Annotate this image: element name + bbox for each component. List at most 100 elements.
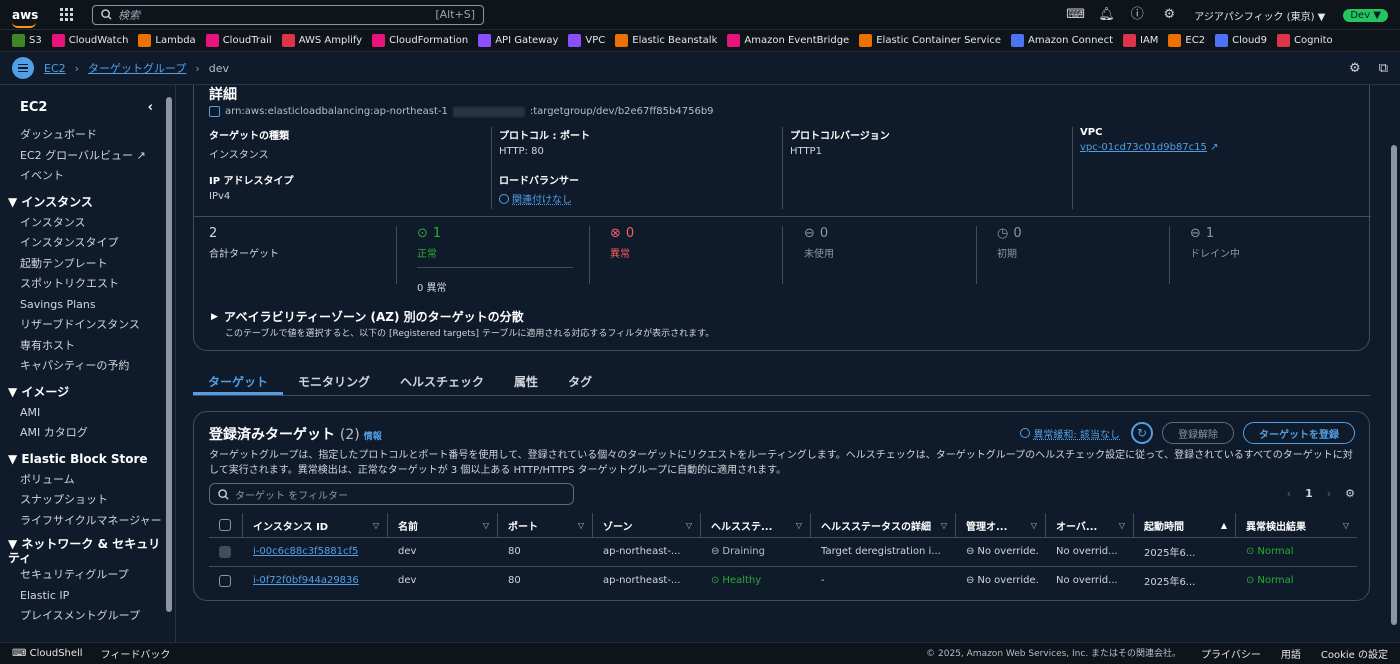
- stat-initial[interactable]: ◷ 0 初期: [997, 226, 1022, 260]
- favorite-cloudwatch[interactable]: CloudWatch: [51, 34, 128, 47]
- help-icon[interactable]: ⓘ: [1130, 8, 1144, 22]
- vpc-link[interactable]: vpc-01cd73c01d9b87c15: [1080, 142, 1207, 153]
- row-checkbox[interactable]: [219, 574, 231, 587]
- sidebar-item[interactable]: ライフサイクルマネージャー: [0, 511, 175, 532]
- select-all-checkbox-cell[interactable]: [209, 513, 243, 537]
- sidebar-item[interactable]: ダッシュボード: [0, 125, 175, 146]
- favorite-cloudformation[interactable]: CloudFormation: [372, 34, 468, 47]
- row-checkbox-cell[interactable]: [209, 567, 243, 596]
- deregister-button[interactable]: 登録解除: [1162, 422, 1234, 444]
- sidebar-item[interactable]: ボリューム: [0, 470, 175, 491]
- column-header[interactable]: ヘルスステータスの詳細 ▽: [811, 513, 956, 537]
- sort-caret-icon[interactable]: ▽: [796, 521, 802, 530]
- sort-caret-icon[interactable]: ▽: [578, 521, 584, 530]
- stat-unused[interactable]: ⊖ 0 未使用: [804, 226, 834, 260]
- copy-icon[interactable]: [209, 106, 220, 117]
- column-header[interactable]: ゾーン ▽: [593, 513, 701, 537]
- current-page[interactable]: 1: [1305, 487, 1313, 500]
- sidebar-item[interactable]: EC2 グローバルビュー ↗: [0, 146, 175, 167]
- table-row[interactable]: i-0f72f0bf944a29836 dev 80 ap-northeast-...…: [209, 567, 1357, 596]
- favorite-amazon-connect[interactable]: Amazon Connect: [1011, 34, 1113, 47]
- notifications-bell-icon[interactable]: 🔔︎: [1098, 8, 1115, 22]
- refresh-button[interactable]: ↻: [1131, 422, 1153, 444]
- sidebar-item[interactable]: AMI: [0, 403, 175, 424]
- privacy-link[interactable]: プライバシー: [1201, 646, 1261, 661]
- sort-caret-icon[interactable]: ▽: [373, 521, 379, 530]
- favorite-iam[interactable]: IAM: [1123, 34, 1158, 47]
- table-settings-gear-icon[interactable]: ⚙: [1345, 487, 1355, 500]
- sidebar-item[interactable]: 起動テンプレート: [0, 254, 175, 275]
- favorite-api-gateway[interactable]: API Gateway: [478, 34, 558, 47]
- stat-unhealthy[interactable]: ⊗ 0 異常: [610, 226, 634, 260]
- load-balancer-link[interactable]: 関連付けなし: [499, 191, 579, 206]
- anomaly-mitigation-link[interactable]: 異常緩和: 該当なし: [1020, 426, 1120, 441]
- column-header[interactable]: オーバ... ▽: [1046, 513, 1134, 537]
- favorite-cloud9[interactable]: Cloud9: [1215, 34, 1267, 47]
- filter-targets-input[interactable]: ターゲット をフィルター: [209, 483, 574, 505]
- side-nav-toggle-icon[interactable]: [12, 57, 34, 79]
- instance-id-link[interactable]: i-0f72f0bf944a29836: [253, 575, 359, 586]
- sort-caret-icon[interactable]: ▽: [483, 521, 489, 530]
- favorite-s3[interactable]: S3: [12, 34, 42, 47]
- tab-3[interactable]: 属性: [499, 371, 553, 395]
- cookie-settings-link[interactable]: Cookie の設定: [1321, 646, 1388, 661]
- column-header[interactable]: ポート ▽: [498, 513, 593, 537]
- sidebar-item[interactable]: Savings Plans: [0, 295, 175, 316]
- region-selector[interactable]: アジアパシフィック (東京) ▼: [1194, 8, 1325, 23]
- column-header[interactable]: ヘルスステ... ▽: [701, 513, 811, 537]
- tab-0[interactable]: ターゲット: [193, 371, 284, 395]
- breadcrumb-ec2[interactable]: EC2: [44, 62, 66, 75]
- sort-caret-icon[interactable]: ▽: [941, 521, 947, 530]
- stat-draining[interactable]: ⊖ 1 ドレイン中: [1190, 226, 1240, 260]
- sidebar-section-header[interactable]: ▼ Elastic Block Store: [0, 448, 175, 470]
- sidebar-scrollbar[interactable]: [164, 85, 174, 642]
- services-grid-icon[interactable]: [60, 7, 74, 22]
- sidebar-item[interactable]: スポットリクエスト: [0, 274, 175, 295]
- favorite-ec2[interactable]: EC2: [1168, 34, 1205, 47]
- sidebar-item[interactable]: セキュリティグループ: [0, 565, 175, 586]
- sort-caret-icon[interactable]: ▽: [686, 521, 692, 530]
- account-env-badge[interactable]: Dev ▼: [1343, 8, 1388, 22]
- column-header[interactable]: 管理オ... ▽: [956, 513, 1046, 537]
- sidebar-item[interactable]: スナップショット: [0, 490, 175, 511]
- sort-caret-icon[interactable]: ▽: [1031, 521, 1037, 530]
- sidebar-item[interactable]: AMI カタログ: [0, 423, 175, 444]
- settings-gear-icon[interactable]: ⚙: [1162, 8, 1176, 22]
- tab-1[interactable]: モニタリング: [283, 371, 385, 395]
- info-link[interactable]: 情報: [364, 432, 382, 442]
- favorite-vpc[interactable]: VPC: [568, 34, 605, 47]
- breadcrumb-target-groups[interactable]: ターゲットグループ: [88, 60, 186, 76]
- cloudshell-icon[interactable]: ⌨: [1066, 8, 1085, 22]
- tab-4[interactable]: タグ: [553, 371, 607, 395]
- feedback-link[interactable]: フィードバック: [101, 646, 171, 661]
- collapse-chevron-icon[interactable]: ‹: [148, 100, 153, 115]
- terms-link[interactable]: 用語: [1281, 646, 1301, 661]
- sidebar-item[interactable]: Elastic IP: [0, 586, 175, 607]
- column-header[interactable]: 起動時間 ▲: [1134, 513, 1236, 537]
- row-checkbox-cell[interactable]: [209, 538, 243, 566]
- column-header[interactable]: 名前 ▽: [388, 513, 498, 537]
- sort-caret-icon[interactable]: ▽: [1119, 521, 1125, 530]
- sidebar-item[interactable]: インスタンス: [0, 213, 175, 234]
- row-checkbox[interactable]: [219, 545, 231, 558]
- favorite-amazon-eventbridge[interactable]: Amazon EventBridge: [727, 34, 849, 47]
- register-targets-button[interactable]: ターゲットを登録: [1243, 422, 1355, 444]
- sidebar-item[interactable]: インスタンスタイプ: [0, 233, 175, 254]
- stat-healthy[interactable]: ⊙ 1 正常 0 異常: [417, 226, 447, 294]
- sidebar-item[interactable]: キャパシティーの予約: [0, 356, 175, 377]
- main-scrollbar[interactable]: [1388, 85, 1400, 642]
- sort-caret-icon[interactable]: ▽: [1343, 521, 1349, 530]
- column-header[interactable]: インスタンス ID ▽: [243, 513, 388, 537]
- select-all-checkbox[interactable]: [219, 519, 231, 531]
- favorite-cognito[interactable]: Cognito: [1277, 34, 1333, 47]
- search-input[interactable]: 検索 [Alt+S]: [92, 4, 484, 25]
- notifications-panel-icon[interactable]: ⚙: [1349, 61, 1361, 76]
- sidebar-item[interactable]: リザーブドインスタンス: [0, 315, 175, 336]
- instance-id-link[interactable]: i-00c6c88c3f5881cf5: [253, 546, 358, 557]
- sidebar-item[interactable]: プレイスメントグループ: [0, 606, 175, 627]
- favorite-elastic-container-service[interactable]: Elastic Container Service: [859, 34, 1001, 47]
- table-row[interactable]: i-00c6c88c3f5881cf5 dev 80 ap-northeast-...…: [209, 538, 1357, 567]
- sidebar-item[interactable]: イベント: [0, 166, 175, 187]
- tab-2[interactable]: ヘルスチェック: [385, 371, 499, 395]
- column-header[interactable]: 異常検出結果 ▽: [1236, 513, 1357, 537]
